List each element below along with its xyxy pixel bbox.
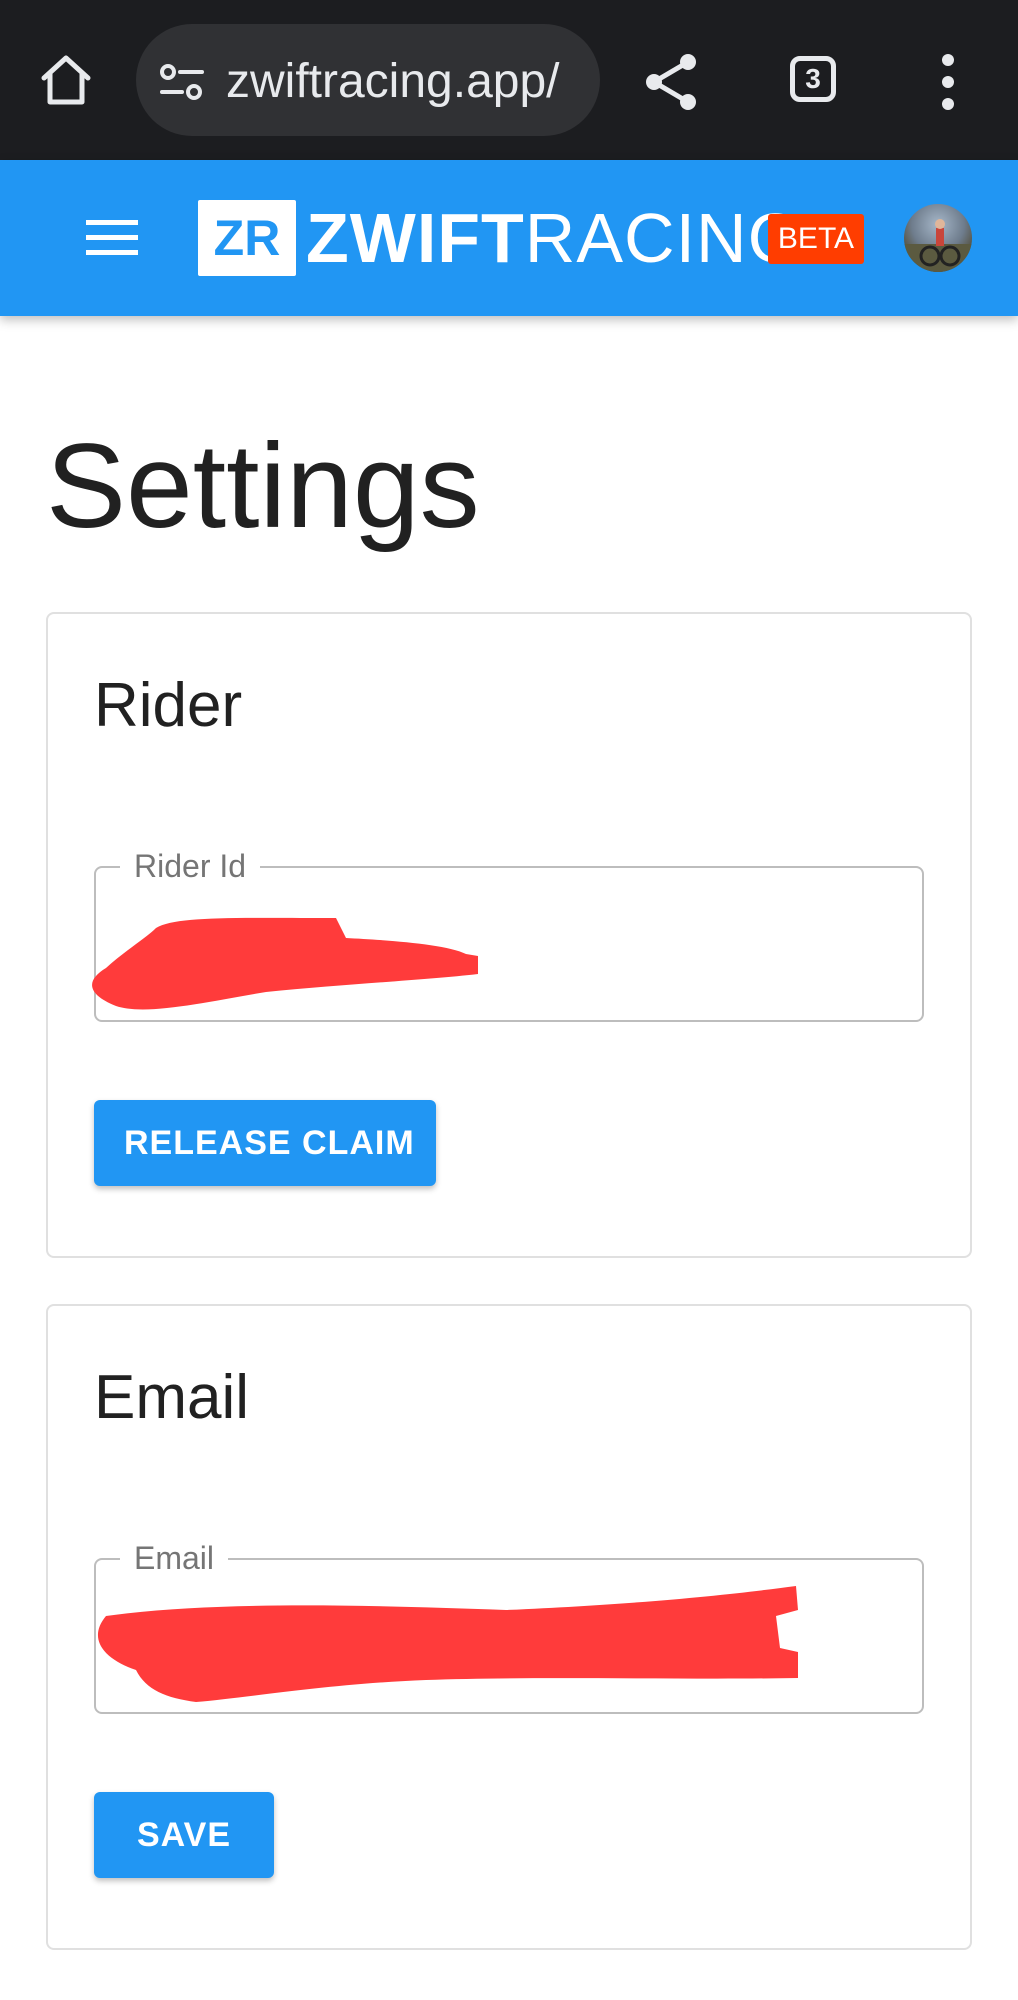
home-icon[interactable] xyxy=(36,50,96,110)
email-field[interactable]: Email xyxy=(94,1538,924,1714)
url-text[interactable]: zwiftracing.app/ xyxy=(226,54,560,109)
app-header: ZR ZWIFTRACING BETA xyxy=(0,160,1018,316)
redaction-mark xyxy=(97,1586,798,1702)
brand-light: RACING xyxy=(524,199,804,277)
save-button[interactable]: SAVE xyxy=(94,1792,274,1878)
email-card-title: Email xyxy=(94,1363,250,1432)
redaction-mark xyxy=(92,917,479,1010)
brand-name[interactable]: ZWIFTRACING xyxy=(306,194,803,282)
email-label: Email xyxy=(120,1538,229,1578)
menu-icon[interactable] xyxy=(84,210,140,266)
release-claim-button[interactable]: RELEASE CLAIM xyxy=(94,1100,436,1186)
brand-bold: ZWIFT xyxy=(306,199,525,277)
avatar-photo xyxy=(904,219,972,272)
browser-toolbar: zwiftracing.app/ 3 xyxy=(0,0,1018,160)
avatar[interactable] xyxy=(904,204,972,272)
email-card: Email Email SAVE xyxy=(46,1304,972,1950)
tabs-icon[interactable]: 3 xyxy=(790,56,836,102)
beta-badge: BETA xyxy=(768,214,864,264)
address-bar[interactable]: zwiftracing.app/ xyxy=(136,24,600,136)
share-icon[interactable] xyxy=(640,50,704,114)
logo-mark[interactable]: ZR xyxy=(198,200,296,276)
rider-id-field[interactable]: Rider Id xyxy=(92,846,924,1022)
site-settings-icon[interactable] xyxy=(158,62,206,102)
rider-card: Rider Rider Id RELEASE CLAIM xyxy=(46,612,972,1258)
rider-card-title: Rider xyxy=(94,671,243,740)
more-vert-icon[interactable] xyxy=(930,50,966,114)
page-title: Settings xyxy=(46,419,480,553)
rider-id-label: Rider Id xyxy=(120,846,261,886)
